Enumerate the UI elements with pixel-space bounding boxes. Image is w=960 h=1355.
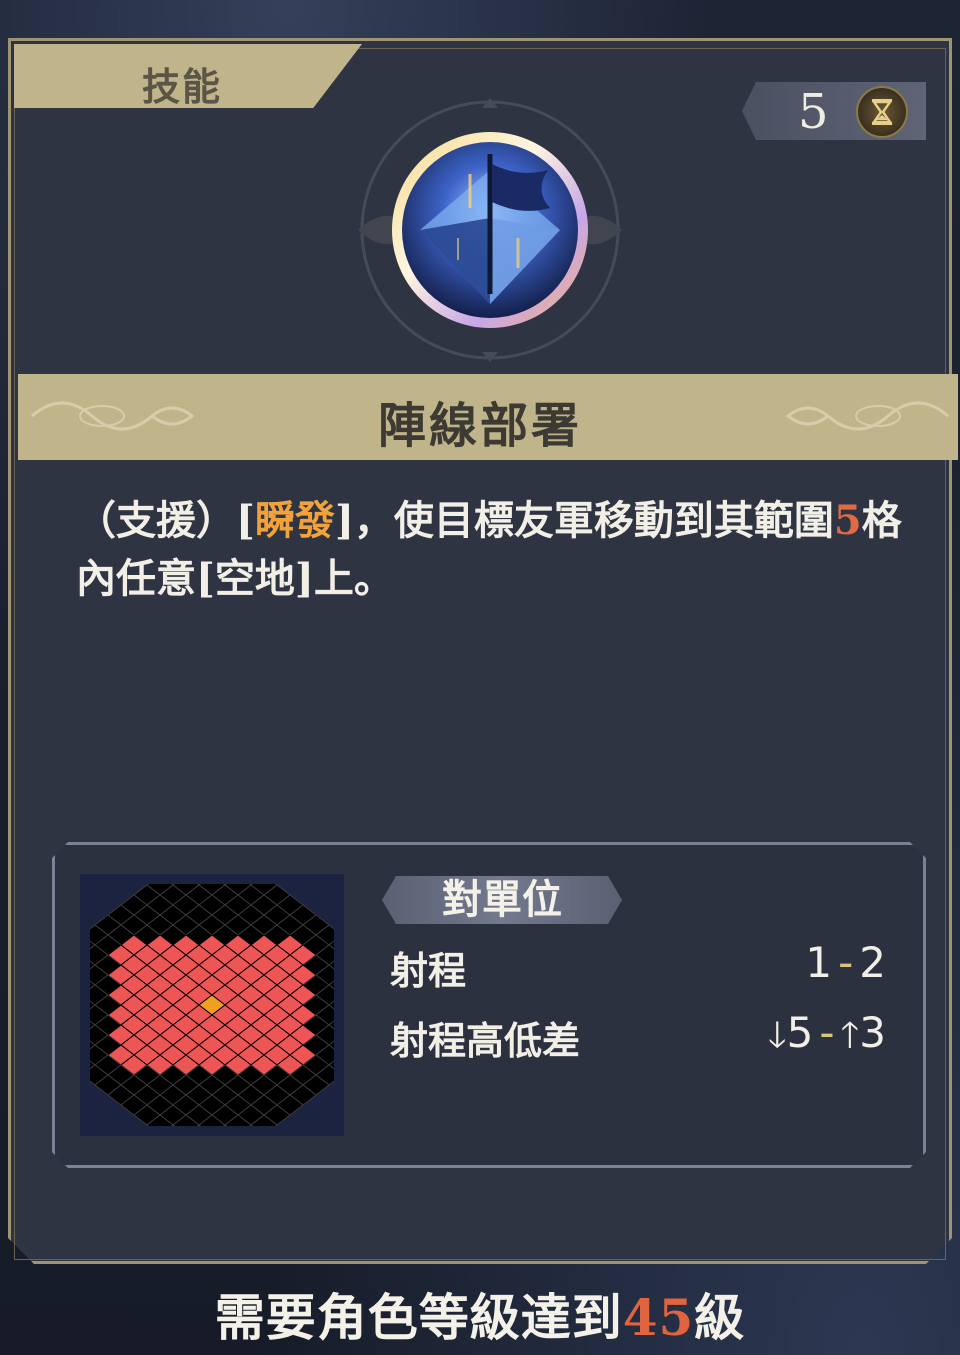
- level-requirement: 需要角色等級達到45級: [0, 1278, 960, 1350]
- range-grid: [80, 874, 344, 1136]
- height-up: 3: [859, 1008, 886, 1057]
- range-grid-diagram: [90, 884, 334, 1126]
- arrow-up-icon: 🡑: [840, 1015, 860, 1056]
- requirement-level: 45: [622, 1288, 695, 1347]
- hourglass-icon: [856, 86, 908, 138]
- range-min: 1: [805, 938, 833, 987]
- skill-name: 陣線部署: [377, 398, 582, 454]
- skill-tab-label: 技能: [142, 64, 223, 109]
- skill-emblem: [358, 98, 622, 362]
- range-max: 2: [859, 938, 886, 987]
- height-diff-value: 🡓5- 🡑3: [768, 1008, 886, 1070]
- skill-description: （支援）[瞬發]，使目標友軍移動到其範圍5格內任意[空地]上。: [76, 492, 916, 608]
- height-down: 5: [786, 1008, 814, 1057]
- requirement-prefix: 需要角色等級達到: [214, 1288, 623, 1347]
- range-value: 1-2: [805, 938, 886, 987]
- height-dash: -: [819, 1008, 835, 1057]
- range-label: 射程: [390, 948, 467, 993]
- arrow-down-icon: 🡓: [767, 1015, 787, 1056]
- desc-text-1: （支援）[: [76, 497, 255, 544]
- range-dash: -: [838, 938, 854, 987]
- desc-range-number: 5: [833, 497, 862, 544]
- desc-text-2: ]，使目標友軍移動到其範圍: [334, 497, 834, 544]
- desc-keyword: 瞬發: [254, 497, 335, 544]
- height-diff-label: 射程高低差: [390, 1018, 581, 1063]
- cost-value: 5: [798, 84, 829, 140]
- target-label: 對單位: [442, 876, 562, 923]
- requirement-suffix: 級: [694, 1288, 746, 1347]
